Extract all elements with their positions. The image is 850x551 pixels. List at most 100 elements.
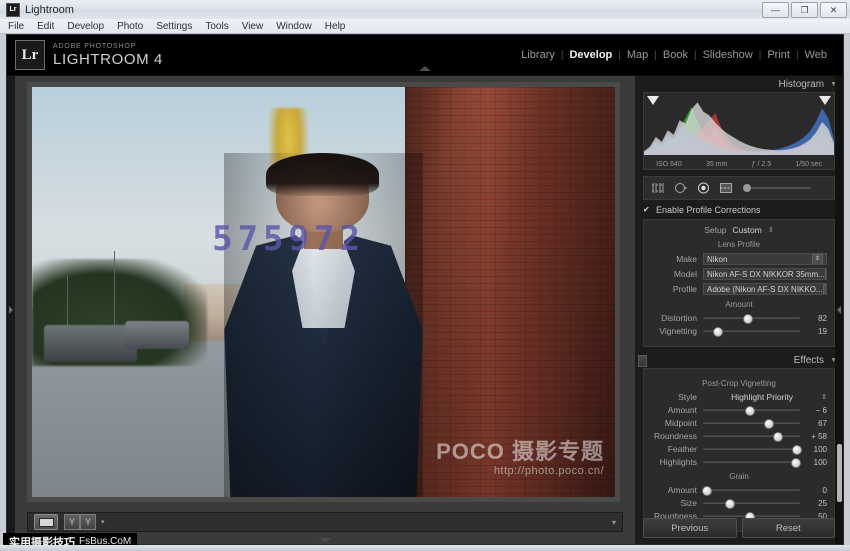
chevron-down-icon[interactable]: ⇕	[812, 254, 823, 264]
spot-removal-tool-icon[interactable]	[674, 182, 688, 194]
effects-title: Effects	[793, 354, 825, 366]
setup-label: Setup	[704, 225, 727, 235]
grain-size-row: Size 25	[651, 498, 827, 509]
lens-corrections-panel: ✔ Enable Profile Corrections Setup Custo…	[635, 205, 843, 347]
menu-view[interactable]: View	[242, 21, 264, 32]
histogram-title: Histogram	[778, 78, 825, 90]
feather-label: Feather	[667, 444, 697, 454]
menu-file[interactable]: File	[8, 21, 24, 32]
module-print[interactable]: Print	[761, 49, 796, 61]
chevron-down-icon[interactable]: ⇕	[822, 284, 826, 294]
photo-image[interactable]: 575972 POCO 摄影专题 http://photo.poco.cn/	[32, 87, 615, 497]
profile-row: Profile Adobe (Nikon AF-S DX NIKKO... ⇕	[651, 283, 827, 295]
highlights-slider[interactable]	[703, 457, 802, 468]
parked-car	[43, 324, 137, 362]
flag-buttons: Y Y	[64, 514, 96, 530]
menu-edit[interactable]: Edit	[37, 21, 54, 32]
profile-label: Profile	[672, 284, 697, 294]
postcrop-vignetting-title: Post-Crop Vignetting	[702, 379, 776, 388]
iso-value: ISO 640	[656, 161, 682, 168]
window-controls: — ❐ ✕	[762, 2, 847, 18]
watermark-url: http://photo.poco.cn/	[493, 465, 604, 477]
midpoint-value: 67	[818, 418, 827, 428]
module-web[interactable]: Web	[799, 49, 833, 61]
style-row[interactable]: Style Highlight Priority ⇕	[651, 392, 827, 402]
effects-header[interactable]: Effects ▼	[635, 352, 843, 368]
style-value[interactable]: Highlight Priority	[703, 392, 821, 402]
feather-slider[interactable]	[703, 444, 803, 455]
module-develop[interactable]: Develop	[563, 49, 618, 61]
amount-label: Amount	[667, 405, 697, 415]
chevron-down-icon[interactable]: ⇕	[824, 269, 826, 279]
window-title: Lightroom	[25, 3, 74, 16]
distortion-slider[interactable]	[703, 313, 800, 324]
module-library[interactable]: Library	[515, 49, 561, 61]
updown-icon[interactable]: ⇕	[821, 393, 827, 401]
histogram-curves	[644, 102, 834, 155]
flag-b-button[interactable]: Y	[80, 514, 96, 530]
previous-button[interactable]: Previous	[643, 518, 737, 538]
chevron-down-icon[interactable]: ▾	[101, 518, 105, 526]
enable-profile-corrections-label: Enable Profile Corrections	[656, 205, 761, 215]
toolbar-options-icon[interactable]: ▾	[612, 518, 616, 527]
midpoint-label: Midpoint	[664, 418, 697, 428]
make-dropdown[interactable]: Nikon ⇕	[703, 253, 827, 265]
histogram-header[interactable]: Histogram ▼	[635, 76, 843, 92]
midpoint-slider[interactable]	[703, 418, 800, 429]
flag-a-button[interactable]: Y	[64, 514, 80, 530]
updown-icon[interactable]: ⇕	[768, 226, 774, 234]
reset-button[interactable]: Reset	[741, 518, 835, 538]
close-button[interactable]: ✕	[820, 2, 847, 18]
vignetting-slider[interactable]	[703, 326, 800, 337]
grain-amount-slider[interactable]	[701, 485, 800, 496]
distortion-label: Distortion	[661, 313, 697, 323]
vignetting-slider-row: Vignetting 19	[651, 326, 827, 337]
shutter-speed-value: 1/50 sec	[795, 161, 822, 168]
menu-settings[interactable]: Settings	[156, 21, 192, 32]
setup-value[interactable]: Custom	[733, 225, 762, 235]
crop-overlay-tool-icon[interactable]	[651, 182, 665, 194]
red-eye-tool-icon[interactable]	[697, 182, 710, 194]
menu-develop[interactable]: Develop	[67, 21, 104, 32]
checkbox-checked-icon[interactable]: ✔	[643, 206, 651, 214]
module-map[interactable]: Map	[621, 49, 654, 61]
identity-line1: ADOBE PHOTOSHOP	[53, 43, 137, 50]
model-dropdown[interactable]: Nikon AF-S DX NIKKOR 35mm... ⇕	[703, 268, 827, 280]
grain-title: Grain	[729, 472, 749, 481]
feather-value: 100	[813, 444, 827, 454]
grain-amount-value: 0	[822, 485, 827, 495]
app-icon: Lr	[6, 2, 20, 17]
portrait-subject	[224, 152, 423, 497]
amount-slider[interactable]	[703, 405, 800, 416]
amount-title: Amount	[725, 300, 753, 309]
filmstrip-toggle-icon[interactable]	[319, 538, 331, 543]
enable-profile-corrections-row[interactable]: ✔ Enable Profile Corrections	[643, 205, 835, 215]
grain-size-slider[interactable]	[703, 498, 800, 509]
setup-row[interactable]: Setup Custom ⇕	[651, 225, 827, 235]
menubar: File Edit Develop Photo Settings Tools V…	[0, 19, 850, 34]
profile-dropdown[interactable]: Adobe (Nikon AF-S DX NIKKO... ⇕	[703, 283, 827, 295]
top-panel-toggle-icon[interactable]	[419, 66, 431, 71]
right-panel-scrollbar[interactable]	[837, 444, 842, 502]
minimize-button[interactable]: —	[762, 2, 789, 18]
identity-plate[interactable]: Lr ADOBE PHOTOSHOP LIGHTROOM 4	[15, 40, 163, 70]
panel-action-buttons: Previous Reset	[643, 518, 835, 538]
building-shading	[405, 87, 615, 497]
module-book[interactable]: Book	[657, 49, 694, 61]
os-statusbar	[0, 545, 850, 551]
adjustment-brush-tool-icon[interactable]	[742, 183, 814, 193]
view-toolbar: Y Y ▾ ▾	[27, 512, 623, 532]
module-picker: Library | Develop | Map | Book | Slidesh…	[515, 49, 833, 61]
menu-photo[interactable]: Photo	[117, 21, 143, 32]
histogram-chart[interactable]: ISO 640 35 mm ƒ / 2.5 1/50 sec	[643, 92, 835, 170]
maximize-button[interactable]: ❐	[791, 2, 818, 18]
left-panel-toggle[interactable]	[7, 76, 15, 544]
graduated-filter-tool-icon[interactable]	[719, 182, 733, 194]
menu-window[interactable]: Window	[276, 21, 312, 32]
menu-tools[interactable]: Tools	[205, 21, 228, 32]
loupe-view-icon[interactable]	[34, 514, 58, 530]
module-slideshow[interactable]: Slideshow	[697, 49, 759, 61]
menu-help[interactable]: Help	[325, 21, 346, 32]
roundness-slider[interactable]	[703, 431, 800, 442]
panel-switch-icon[interactable]	[638, 355, 647, 367]
